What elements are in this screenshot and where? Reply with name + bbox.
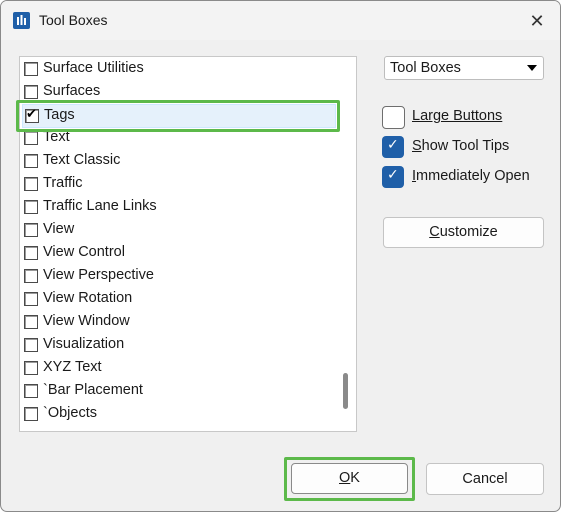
list-item-checkbox[interactable] — [24, 384, 38, 398]
show-tool-tips-label: Show Tool Tips — [412, 138, 510, 154]
chevron-down-icon — [527, 65, 537, 71]
list-item-label: `Objects — [43, 405, 97, 421]
list-item[interactable]: View Perspective — [22, 265, 334, 287]
list-item-checkbox[interactable] — [24, 246, 38, 260]
list-item[interactable]: XYZ Text — [22, 357, 334, 379]
large-buttons-label: Large Buttons — [412, 108, 503, 124]
window-title: Tool Boxes — [39, 12, 108, 28]
list-item-label: Traffic — [43, 175, 83, 191]
list-item[interactable]: Text Classic — [22, 150, 334, 172]
toolbox-type-dropdown[interactable]: Tool Boxes — [384, 56, 544, 80]
list-item-checkbox[interactable] — [24, 361, 38, 375]
cancel-button[interactable]: Cancel — [426, 463, 544, 495]
list-item-label: View Perspective — [43, 267, 154, 283]
tool-boxes-dialog: Tool Boxes ✕ Surface UtilitiesSurfacesTa… — [0, 0, 561, 512]
list-item-label: XYZ Text — [43, 359, 102, 375]
show-tool-tips-checkbox[interactable] — [382, 136, 404, 158]
list-item-label: Surfaces — [43, 83, 101, 99]
list-item-checkbox[interactable] — [24, 200, 38, 214]
list-item-checkbox[interactable] — [24, 292, 38, 306]
list-item-label: Visualization — [43, 336, 125, 352]
toolbox-app-icon — [13, 12, 30, 29]
list-item[interactable]: View Window — [22, 311, 334, 333]
list-item[interactable]: View — [22, 219, 334, 241]
list-item-label: `Bar Placement — [43, 382, 143, 398]
list-item[interactable]: Traffic — [22, 173, 334, 195]
tags-highlight-frame — [16, 100, 340, 132]
list-item-checkbox[interactable] — [24, 269, 38, 283]
list-item[interactable]: Surface Utilities — [22, 58, 334, 80]
list-item-checkbox[interactable] — [24, 85, 38, 99]
list-item[interactable]: `Objects — [22, 403, 334, 425]
list-item-label: View Control — [43, 244, 125, 260]
list-item-label: Surface Utilities — [43, 60, 144, 76]
list-item-checkbox[interactable] — [24, 131, 38, 145]
list-item[interactable]: Visualization — [22, 334, 334, 356]
immediately-open-label: Immediately Open — [412, 168, 530, 184]
large-buttons-checkbox[interactable] — [382, 106, 405, 129]
list-item[interactable]: View Control — [22, 242, 334, 264]
list-item-checkbox[interactable] — [24, 338, 38, 352]
list-item-checkbox[interactable] — [24, 407, 38, 421]
ok-button[interactable]: OK — [291, 463, 408, 494]
dropdown-value: Tool Boxes — [390, 60, 461, 76]
customize-button[interactable]: Customize — [383, 217, 544, 248]
close-icon: ✕ — [529, 11, 545, 31]
immediately-open-checkbox[interactable] — [382, 166, 404, 188]
close-button[interactable]: ✕ — [517, 6, 557, 36]
list-item[interactable]: `Bar Placement — [22, 380, 334, 402]
vertical-scrollbar[interactable] — [338, 57, 354, 431]
title-bar: Tool Boxes ✕ — [1, 1, 560, 40]
list-item-label: View — [43, 221, 75, 237]
list-item-checkbox[interactable] — [24, 154, 38, 168]
list-item-label: Text Classic — [43, 152, 121, 168]
scrollbar-thumb[interactable] — [343, 373, 348, 409]
list-item[interactable]: Traffic Lane Links — [22, 196, 334, 218]
list-item-checkbox[interactable] — [24, 223, 38, 237]
list-item-checkbox[interactable] — [24, 315, 38, 329]
list-item-checkbox[interactable] — [24, 177, 38, 191]
list-item[interactable]: View Rotation — [22, 288, 334, 310]
list-item-checkbox[interactable] — [24, 62, 38, 76]
list-item-label: View Rotation — [43, 290, 133, 306]
list-item-label: Traffic Lane Links — [43, 198, 157, 214]
list-item-label: View Window — [43, 313, 130, 329]
